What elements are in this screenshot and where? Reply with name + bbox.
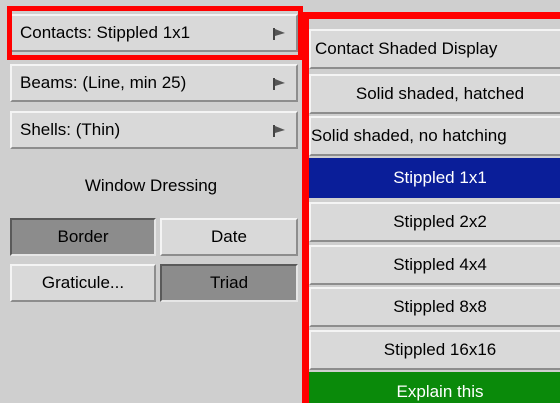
window-dressing-heading: Window Dressing: [84, 176, 218, 195]
menu-option-solid-hatched[interactable]: Solid shaded, hatched: [309, 74, 560, 114]
flag-icon: [272, 76, 286, 90]
flag-icon: [272, 26, 286, 40]
contact-shaded-display-menu: Contact Shaded Display Solid shaded, hat…: [302, 12, 560, 403]
menu-option-stippled-16x16[interactable]: Stippled 16x16: [309, 330, 560, 370]
display-options-panel: Contacts: Stippled 1x1 Beams: (Line, min…: [0, 0, 303, 403]
shells-menu-button[interactable]: Shells: (Thin): [10, 111, 298, 149]
border-toggle-button[interactable]: Border: [10, 218, 156, 256]
graticule-button[interactable]: Graticule...: [10, 264, 156, 302]
menu-option-stippled-1x1[interactable]: Stippled 1x1: [309, 158, 560, 198]
menu-option-stippled-2x2[interactable]: Stippled 2x2: [309, 202, 560, 242]
triad-toggle-button[interactable]: Triad: [160, 264, 298, 302]
beams-menu-button[interactable]: Beams: (Line, min 25): [10, 64, 298, 102]
menu-option-stippled-8x8[interactable]: Stippled 8x8: [309, 287, 560, 327]
shells-menu-label: Shells: (Thin): [20, 120, 121, 139]
explain-this-button[interactable]: Explain this: [309, 372, 560, 403]
menu-option-solid-no-hatching[interactable]: Solid shaded, no hatching: [309, 116, 560, 156]
contacts-menu-label: Contacts: Stippled 1x1: [20, 23, 191, 42]
popup-title: Contact Shaded Display: [309, 29, 560, 69]
date-toggle-button[interactable]: Date: [160, 218, 298, 256]
app-window: Contacts: Stippled 1x1 Beams: (Line, min…: [0, 0, 560, 403]
contacts-menu-button[interactable]: Contacts: Stippled 1x1: [10, 14, 298, 52]
menu-option-stippled-4x4[interactable]: Stippled 4x4: [309, 245, 560, 285]
beams-menu-label: Beams: (Line, min 25): [20, 73, 187, 92]
flag-icon: [272, 123, 286, 137]
